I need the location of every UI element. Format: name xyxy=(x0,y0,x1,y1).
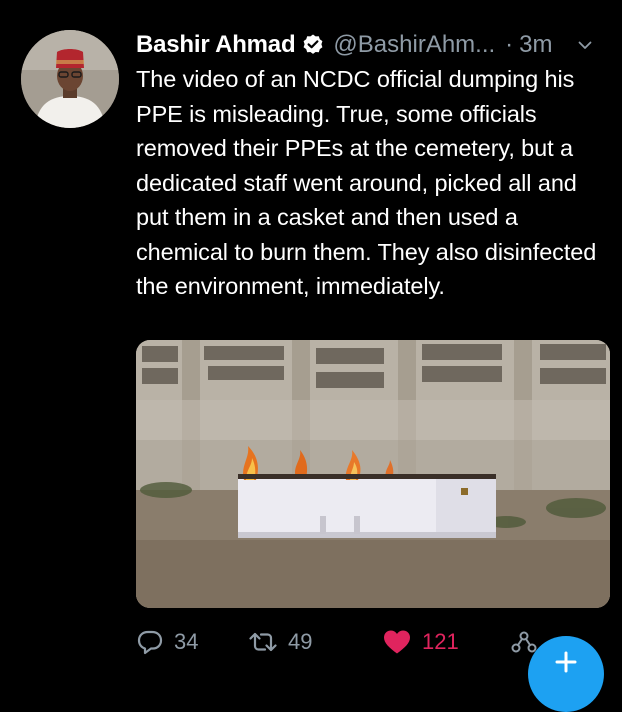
timestamp[interactable]: 3m xyxy=(519,31,552,59)
photo-burning-casket-icon xyxy=(136,340,610,608)
tweet-text: The video of an NCDC official dumping hi… xyxy=(136,66,597,299)
tweet[interactable]: Bashir Ahmad @BashirAhm... · 3m The vide… xyxy=(0,0,622,712)
author-handle[interactable]: @BashirAhm... xyxy=(333,31,495,59)
like-count: 121 xyxy=(422,629,459,654)
retweet-icon xyxy=(248,628,278,656)
verified-badge-icon xyxy=(301,33,325,57)
retweet-count: 49 xyxy=(288,629,313,654)
reply-button[interactable]: 34 xyxy=(136,622,198,662)
retweet-button[interactable]: 49 xyxy=(248,622,312,662)
heart-icon xyxy=(382,628,412,656)
author-name[interactable]: Bashir Ahmad xyxy=(136,31,296,59)
compose-icon xyxy=(554,650,578,712)
reply-icon xyxy=(136,628,164,656)
profile-photo-icon xyxy=(21,30,119,128)
reply-count: 34 xyxy=(174,629,199,654)
compose-button[interactable] xyxy=(528,636,604,712)
like-button[interactable]: 121 xyxy=(382,622,459,662)
tweet-header: Bashir Ahmad @BashirAhm... · 3m xyxy=(136,28,616,62)
tweet-media[interactable] xyxy=(136,340,610,608)
avatar[interactable] xyxy=(21,30,119,128)
chevron-down-icon[interactable] xyxy=(577,37,593,53)
separator-dot: · xyxy=(505,31,514,58)
